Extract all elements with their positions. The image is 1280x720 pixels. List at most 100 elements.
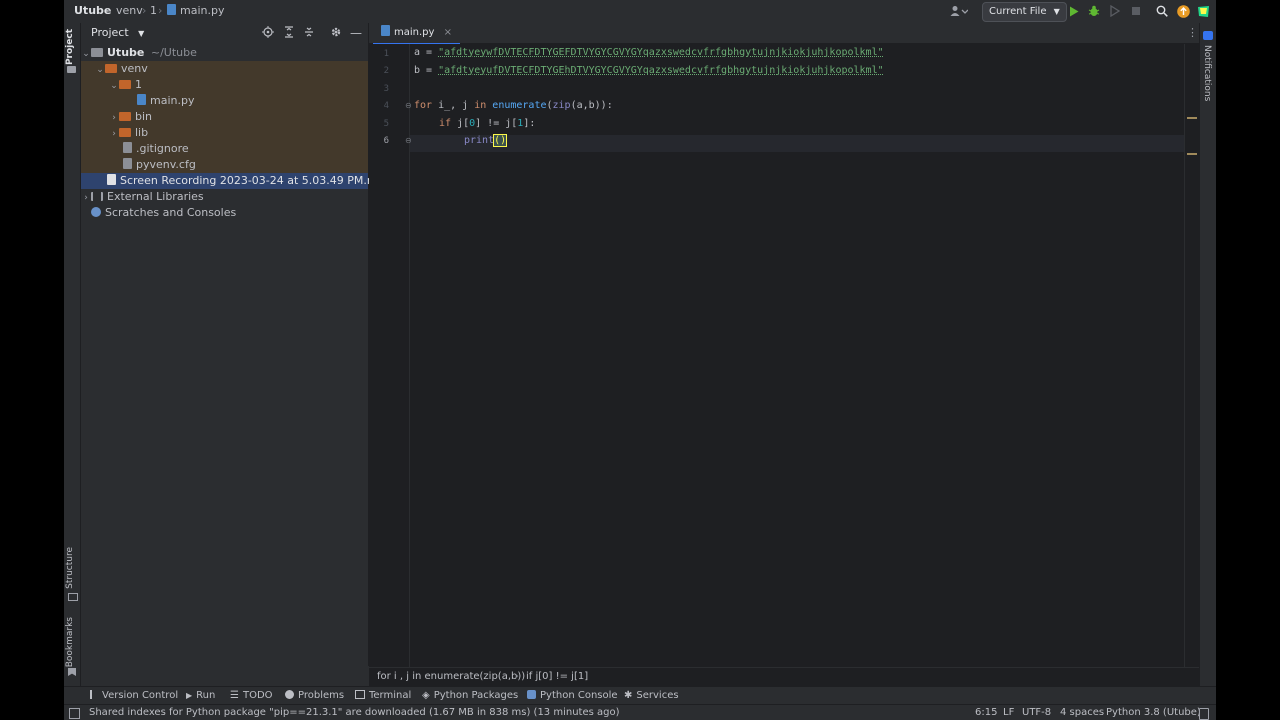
- crumb-separator: ›: [158, 4, 163, 17]
- pycharm-logo-icon[interactable]: [1195, 3, 1211, 19]
- gear-icon[interactable]: [330, 25, 342, 45]
- chevron-down-icon: ⌄: [110, 81, 118, 91]
- chevron-down-icon: ▼: [1053, 7, 1060, 16]
- editor-scrollbar[interactable]: [1184, 44, 1199, 667]
- tool-python-packages[interactable]: ◈ Python Packages: [422, 690, 518, 701]
- nav-crumb-venv[interactable]: venv: [116, 4, 143, 17]
- chevron-right-icon: ›: [84, 193, 88, 203]
- nav-crumb-file[interactable]: main.py: [167, 4, 224, 17]
- caret-position[interactable]: 6:15: [975, 705, 997, 720]
- tool-todo[interactable]: ☰ TODO: [230, 690, 273, 701]
- tool-run[interactable]: ▶ Run: [186, 690, 215, 701]
- tool-window-project[interactable]: Project: [65, 29, 75, 65]
- code-builtin: print: [464, 135, 495, 146]
- crumb-separator: ›: [106, 4, 111, 17]
- tree-item-label: Scratches and Consoles: [105, 206, 237, 219]
- select-opened-file-icon[interactable]: [262, 25, 274, 45]
- tree-item-label: main.py: [150, 94, 195, 107]
- tree-root[interactable]: ⌄ Utube ~/Utube: [81, 45, 197, 61]
- editor-gutter: 1 2 3 4 5 6 ⊖ ⊖: [369, 44, 412, 667]
- hide-panel-icon[interactable]: —: [350, 23, 362, 43]
- tree-item-label: 1: [135, 78, 142, 91]
- tool-label: Terminal: [369, 690, 412, 701]
- fold-marker-icon[interactable]: ⊖: [405, 101, 412, 110]
- code-editor[interactable]: 1 2 3 4 5 6 ⊖ ⊖ a = "afdtyeywfDVTECFDTYG…: [369, 44, 1216, 667]
- project-tool-window: Project ▼ — ⌄ Utube ~/Utube ⌄ venv ⌄ 1 m…: [81, 23, 391, 666]
- breadcrumb-for-loop[interactable]: for i , j in enumerate(zip(a,b)): [377, 668, 525, 686]
- update-available-icon[interactable]: [1175, 3, 1191, 19]
- tree-item-venv[interactable]: ⌄ venv: [95, 61, 148, 77]
- line-number: 1: [383, 49, 389, 59]
- tool-label: Run: [196, 690, 216, 701]
- crumb-separator: ›: [142, 4, 147, 17]
- indent-setting[interactable]: 4 spaces: [1060, 705, 1104, 720]
- stop-icon[interactable]: [1128, 3, 1144, 19]
- code-keyword: for: [414, 100, 433, 111]
- search-icon[interactable]: [1154, 3, 1170, 19]
- tree-item-bin[interactable]: › bin: [109, 109, 152, 125]
- nav-crumb-folder[interactable]: 1: [150, 4, 157, 17]
- fold-marker-icon[interactable]: ⊖: [405, 136, 412, 145]
- line-number: 2: [383, 66, 389, 76]
- run-with-coverage-icon[interactable]: [1107, 3, 1123, 19]
- user-account-icon[interactable]: [948, 3, 970, 19]
- tree-item-lib[interactable]: › lib: [109, 125, 148, 141]
- run-icon[interactable]: [1066, 3, 1082, 19]
- tool-label: Python Console: [540, 690, 618, 701]
- close-icon[interactable]: ×: [444, 27, 452, 38]
- folder-icon[interactable]: [67, 66, 76, 73]
- tab-main-py[interactable]: main.py ×: [373, 23, 461, 45]
- code-line-1: a = "afdtyeywfDVTECFDTYGEFDTVYGYCGVYGYqa…: [414, 47, 884, 58]
- tool-python-console[interactable]: Python Console: [527, 690, 618, 701]
- tool-window-bar: Version Control ▶ Run ☰ TODO Problems Term…: [64, 686, 1216, 705]
- collapse-all-icon[interactable]: [303, 25, 315, 45]
- code-builtin: zip: [552, 100, 571, 111]
- breadcrumb-if[interactable]: if j[0] != j[1]: [526, 668, 588, 686]
- run-configuration-select[interactable]: Current File ▼: [982, 2, 1067, 22]
- file-encoding[interactable]: UTF-8: [1022, 705, 1051, 720]
- tool-window-structure[interactable]: Structure: [65, 547, 75, 589]
- folder-icon: [105, 64, 117, 73]
- structure-icon[interactable]: [68, 593, 78, 601]
- libraries-icon: [91, 192, 103, 201]
- bookmark-icon[interactable]: [68, 668, 76, 676]
- expand-all-icon[interactable]: [283, 25, 295, 45]
- code-line-5: if j[0] != j[1]:: [439, 118, 535, 129]
- chevron-down-icon: ⌄: [82, 49, 90, 59]
- tree-item-screen-recording[interactable]: Screen Recording 2023-03-24 at 5.03.49 P…: [81, 173, 391, 189]
- tree-item-pyvenv-cfg[interactable]: pyvenv.cfg: [123, 157, 196, 173]
- toggle-tool-windows-icon[interactable]: [69, 708, 80, 719]
- terminal-icon: [355, 690, 365, 699]
- tree-item-external-libraries[interactable]: › External Libraries: [81, 189, 203, 205]
- tool-terminal[interactable]: Terminal: [355, 690, 411, 701]
- line-separator[interactable]: LF: [1003, 705, 1014, 720]
- services-icon: ✱: [624, 690, 633, 701]
- tool-label: TODO: [242, 690, 273, 701]
- tool-version-control[interactable]: Version Control: [90, 690, 178, 701]
- code-string: "afdtyeyufDVTECFDTYGEhDTVYGYCGVYGYqazxsw…: [438, 65, 884, 76]
- tree-item-gitignore[interactable]: .gitignore: [123, 141, 189, 157]
- tree-item-label: bin: [135, 110, 153, 123]
- navigation-bar: Utube › venv › 1 › main.py Current File …: [64, 0, 1216, 23]
- python-interpreter[interactable]: Python 3.8 (Utube): [1106, 705, 1201, 720]
- scratches-icon: [91, 207, 101, 217]
- python-file-icon: [167, 4, 176, 15]
- project-panel-header: Project ▼ —: [81, 23, 368, 43]
- tree-item-main-py[interactable]: main.py: [137, 93, 194, 109]
- tab-label: main.py: [394, 27, 435, 38]
- tool-window-bookmarks[interactable]: Bookmarks: [65, 617, 75, 667]
- tree-item-scratches[interactable]: Scratches and Consoles: [91, 205, 236, 221]
- tree-item-1[interactable]: ⌄ 1: [109, 77, 142, 93]
- notifications-icon[interactable]: [1203, 31, 1213, 40]
- code-keyword: if: [439, 118, 452, 129]
- project-view-select[interactable]: Project ▼: [91, 26, 144, 39]
- code-token: ] != j[: [475, 118, 518, 129]
- tool-problems[interactable]: Problems: [285, 690, 344, 701]
- status-message[interactable]: Shared indexes for Python package "pip==…: [89, 705, 620, 720]
- tool-window-notifications[interactable]: Notifications: [1202, 45, 1212, 101]
- debug-icon[interactable]: [1086, 3, 1102, 19]
- more-tabs-icon[interactable]: ⋮: [1187, 26, 1198, 39]
- config-file-icon: [123, 158, 132, 169]
- lock-icon[interactable]: [1199, 708, 1209, 720]
- tool-services[interactable]: ✱ Services: [624, 690, 679, 701]
